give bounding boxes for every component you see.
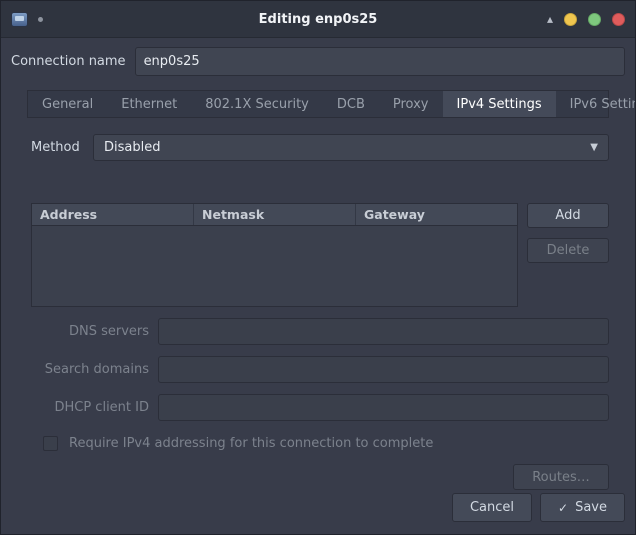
add-button[interactable]: Add xyxy=(527,203,609,228)
titlebar-left xyxy=(11,11,43,27)
search-domains-input xyxy=(158,356,609,383)
app-icon xyxy=(11,11,28,27)
address-buttons: Add Delete xyxy=(527,203,609,307)
window-body: Connection name General Ethernet 802.1X … xyxy=(1,38,635,534)
tab-dcb[interactable]: DCB xyxy=(323,91,379,117)
addresses-section: Address Netmask Gateway Add Delete xyxy=(31,203,609,307)
routes-row: Routes… xyxy=(31,464,609,490)
tab-proxy[interactable]: Proxy xyxy=(379,91,443,117)
dns-servers-label: DNS servers xyxy=(68,324,149,339)
cancel-button[interactable]: Cancel xyxy=(451,493,533,522)
tab-8021x-security[interactable]: 802.1X Security xyxy=(191,91,323,117)
tab-ipv4-settings[interactable]: IPv4 Settings xyxy=(442,91,556,117)
chevron-down-icon: ▼ xyxy=(590,142,598,153)
dialog-footer: Cancel ✓ Save xyxy=(11,493,625,522)
method-row: Method Disabled ▼ xyxy=(31,134,609,161)
window-controls: ▴ xyxy=(547,12,625,26)
method-dropdown[interactable]: Disabled ▼ xyxy=(93,134,609,161)
method-selected-value: Disabled xyxy=(104,140,161,155)
ipv4-settings-panel: Method Disabled ▼ Address Netmask Gatewa… xyxy=(11,118,625,493)
column-header-netmask: Netmask xyxy=(194,204,356,225)
address-table-header: Address Netmask Gateway xyxy=(32,204,517,226)
column-header-gateway: Gateway xyxy=(364,207,425,222)
require-ipv4-row: Require IPv4 addressing for this connect… xyxy=(43,436,609,451)
window-title: Editing enp0s25 xyxy=(258,11,378,27)
shade-icon[interactable]: ▴ xyxy=(547,13,553,25)
require-ipv4-label: Require IPv4 addressing for this connect… xyxy=(69,436,434,451)
tab-ethernet[interactable]: Ethernet xyxy=(107,91,191,117)
check-icon: ✓ xyxy=(558,500,569,515)
connection-name-row: Connection name xyxy=(11,47,625,76)
column-header-address: Address xyxy=(32,204,194,225)
method-label: Method xyxy=(31,140,80,155)
tab-bar: General Ethernet 802.1X Security DCB Pro… xyxy=(27,90,635,118)
save-label: Save xyxy=(575,500,607,515)
dns-servers-input xyxy=(158,318,609,345)
delete-button: Delete xyxy=(527,238,609,263)
titlebar: Editing enp0s25 ▴ xyxy=(1,1,635,38)
connection-name-input[interactable] xyxy=(134,47,625,76)
close-button[interactable] xyxy=(612,12,625,26)
address-table[interactable]: Address Netmask Gateway xyxy=(31,203,518,307)
minimize-button[interactable] xyxy=(564,12,577,26)
tab-general[interactable]: General xyxy=(28,91,107,117)
dhcp-client-id-label: DHCP client ID xyxy=(54,400,149,415)
tab-ipv6-settings[interactable]: IPv6 Settings xyxy=(556,91,635,117)
address-table-body xyxy=(32,226,517,306)
connection-editor-window: Editing enp0s25 ▴ Connection name Genera… xyxy=(0,0,636,535)
maximize-button[interactable] xyxy=(588,12,601,26)
search-domains-row: Search domains xyxy=(31,356,609,383)
dhcp-client-id-row: DHCP client ID xyxy=(31,394,609,421)
connection-name-label: Connection name xyxy=(11,54,126,69)
window-dot-icon xyxy=(38,16,43,22)
routes-button: Routes… xyxy=(513,464,609,490)
require-ipv4-checkbox xyxy=(43,436,58,451)
search-domains-label: Search domains xyxy=(44,362,149,377)
save-button[interactable]: ✓ Save xyxy=(540,493,625,522)
dns-servers-row: DNS servers xyxy=(31,318,609,345)
dhcp-client-id-input xyxy=(158,394,609,421)
